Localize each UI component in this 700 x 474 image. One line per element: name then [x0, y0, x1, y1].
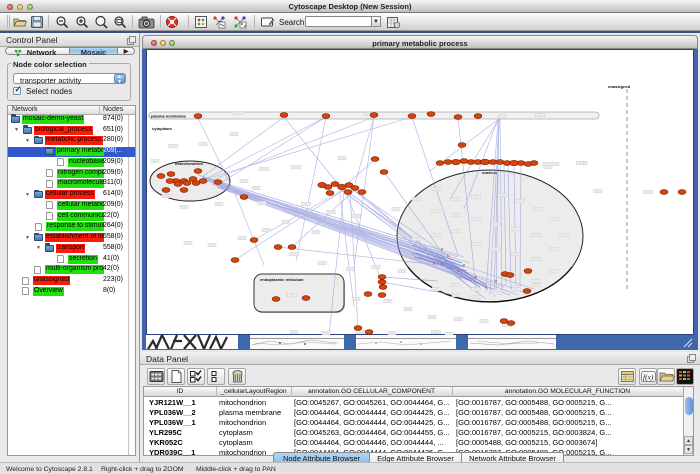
svg-text:mitochondrion: mitochondrion: [175, 161, 204, 166]
svg-text:nucleus: nucleus: [482, 170, 498, 175]
svg-text:f(x): f(x): [643, 373, 654, 382]
svg-text:endoplasmic reticulum: endoplasmic reticulum: [260, 277, 304, 282]
svg-text:unassigned: unassigned: [608, 84, 631, 89]
svg-text:cytoplasm: cytoplasm: [152, 126, 172, 131]
svg-text:plasma membrane: plasma membrane: [151, 114, 187, 119]
